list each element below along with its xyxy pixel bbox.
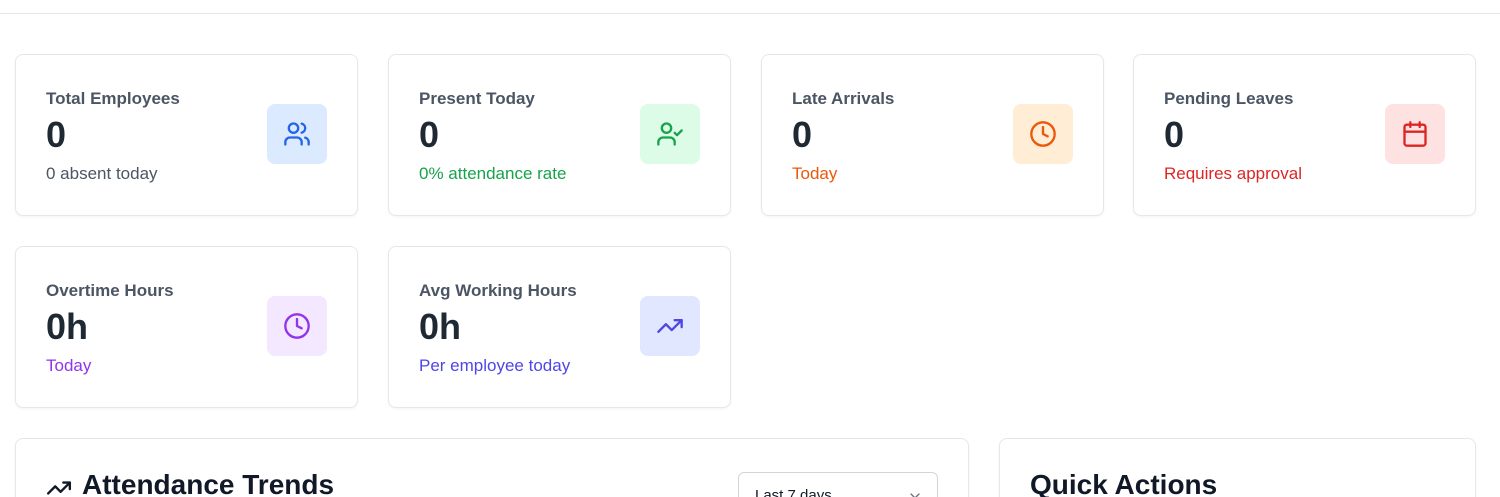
- stat-value: 0h: [419, 306, 462, 347]
- stat-card-present-today: Present Today 0 0% attendance rate: [388, 54, 731, 216]
- stat-card-pending-leaves: Pending Leaves 0 Requires approval: [1133, 54, 1476, 216]
- stat-subtext: Per employee today: [419, 356, 571, 375]
- stat-label: Present Today: [419, 89, 535, 108]
- clock-icon: [1013, 104, 1073, 164]
- stat-label: Late Arrivals: [792, 89, 895, 108]
- attendance-trends-title: Attendance Trends: [82, 469, 335, 497]
- calendar-icon: [1385, 104, 1445, 164]
- date-range-select[interactable]: Last 7 days: [738, 472, 938, 497]
- stat-card-overtime-hours: Overtime Hours 0h Today: [15, 246, 358, 408]
- clock-icon: [267, 296, 327, 356]
- stat-label: Total Employees: [46, 89, 180, 108]
- stat-subtext: Today: [792, 164, 838, 183]
- attendance-trends-panel: Attendance Trends Last 7 days: [15, 438, 969, 497]
- trending-up-icon: [46, 475, 72, 497]
- stat-value: 0: [419, 114, 440, 155]
- date-range-value: Last 7 days: [755, 487, 832, 497]
- stat-value: 0: [792, 114, 813, 155]
- stat-value: 0h: [46, 306, 89, 347]
- stat-subtext: 0 absent today: [46, 164, 158, 183]
- stat-value: 0: [1164, 114, 1185, 155]
- quick-actions-panel: Quick Actions: [999, 438, 1476, 497]
- stat-card-avg-working-hours: Avg Working Hours 0h Per employee today: [388, 246, 731, 408]
- users-icon: [267, 104, 327, 164]
- header-divider: [0, 13, 1500, 14]
- stat-subtext: Today: [46, 356, 92, 375]
- stat-value: 0: [46, 114, 67, 155]
- stat-card-late-arrivals: Late Arrivals 0 Today: [761, 54, 1104, 216]
- stat-label: Pending Leaves: [1164, 89, 1294, 108]
- stat-label: Overtime Hours: [46, 281, 174, 300]
- stat-card-total-employees: Total Employees 0 0 absent today: [15, 54, 358, 216]
- quick-actions-title: Quick Actions: [1030, 469, 1218, 497]
- user-check-icon: [640, 104, 700, 164]
- stat-subtext: Requires approval: [1164, 164, 1302, 183]
- stat-subtext: 0% attendance rate: [419, 164, 567, 183]
- chevron-down-icon: [907, 488, 923, 497]
- stat-label: Avg Working Hours: [419, 281, 577, 300]
- trending-up-icon: [640, 296, 700, 356]
